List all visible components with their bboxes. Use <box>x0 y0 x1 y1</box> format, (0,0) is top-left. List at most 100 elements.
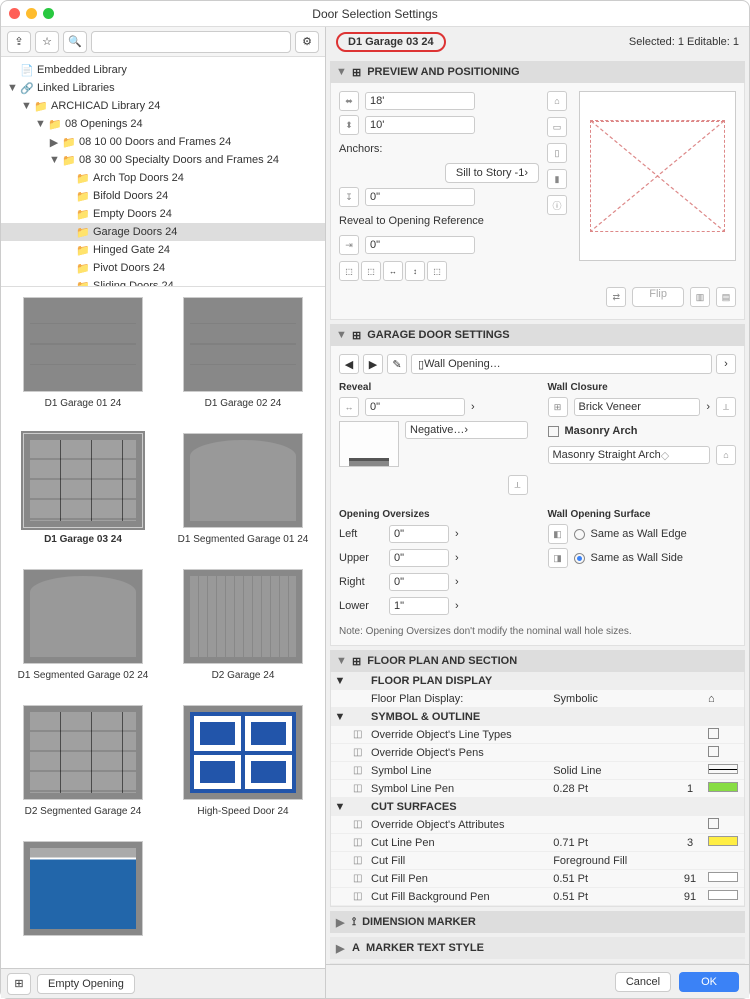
left-input[interactable] <box>389 525 449 543</box>
right-input[interactable] <box>389 573 449 591</box>
tree-node[interactable]: ▼📁08 30 00 Specialty Doors and Frames 24 <box>1 151 325 169</box>
info-icon[interactable]: ⓘ <box>547 195 567 215</box>
negative-dropdown[interactable]: Negative… › <box>405 421 528 439</box>
table-row[interactable]: ◫Override Object's Pens <box>331 744 744 762</box>
cancel-button[interactable]: Cancel <box>615 972 671 992</box>
table-row[interactable]: ◫Symbol Line Pen0.28 Pt1 <box>331 780 744 798</box>
gear-icon[interactable]: ⚙ <box>295 31 319 53</box>
orient-a-icon[interactable]: ▥ <box>690 287 710 307</box>
masonry-type-dropdown[interactable]: Masonry Straight Arch ◇ <box>548 446 711 464</box>
gallery-item[interactable]: D1 Segmented Garage 02 24 <box>7 569 159 697</box>
orient-b-icon[interactable]: ▤ <box>716 287 736 307</box>
preview-viewport[interactable] <box>579 91 736 261</box>
tree-node[interactable]: 📁Sliding Doors 24 <box>1 277 325 287</box>
table-row[interactable]: ◫Cut FillForeground Fill <box>331 852 744 870</box>
tree-node[interactable]: ▼📁ARCHICAD Library 24 <box>1 97 325 115</box>
gallery-item[interactable]: D1 Segmented Garage 01 24 <box>167 433 319 561</box>
tree-node[interactable]: 📄Embedded Library <box>1 61 325 79</box>
right-panel: D1 Garage 03 24 Selected: 1 Editable: 1 … <box>326 27 749 998</box>
section-floorplan-header[interactable]: ▼⊞FLOOR PLAN AND SECTION <box>330 650 745 672</box>
gallery-item[interactable]: D1 Garage 03 24 <box>7 433 159 561</box>
lower-input[interactable] <box>389 597 449 615</box>
closure-ext-icon[interactable]: ⟂ <box>716 397 736 417</box>
width-input[interactable] <box>365 92 475 110</box>
masonry-ext-icon[interactable]: ⌂ <box>716 445 736 465</box>
tree-node[interactable]: 📁Arch Top Doors 24 <box>1 169 325 187</box>
favorite-icon[interactable]: ☆ <box>35 31 59 53</box>
closure-icon: ⊞ <box>548 397 568 417</box>
anchor-5[interactable]: ⬚ <box>427 261 447 281</box>
gallery-item[interactable]: D1 Garage 02 24 <box>167 297 319 425</box>
gallery-item[interactable]: D2 Segmented Garage 24 <box>7 705 159 833</box>
wos-side-radio[interactable] <box>574 553 585 564</box>
anchor-3[interactable]: ↔ <box>383 261 403 281</box>
reveal-icon: ↔ <box>339 397 359 417</box>
flip-button[interactable]: Flip <box>632 287 684 307</box>
view-elev-icon[interactable]: ▯ <box>547 143 567 163</box>
tree-node[interactable]: 📁Hinged Gate 24 <box>1 241 325 259</box>
section-preview-header[interactable]: ▼⊞PREVIEW AND POSITIONING <box>330 61 745 83</box>
anchors-label: Anchors: <box>339 143 382 155</box>
gallery-item[interactable]: High-Speed Door 24 <box>167 705 319 833</box>
search-icon[interactable]: 🔍 <box>63 31 87 53</box>
tree-node[interactable]: ▶📁08 10 00 Doors and Frames 24 <box>1 133 325 151</box>
tree-node[interactable]: 📁Empty Doors 24 <box>1 205 325 223</box>
reveal-preview <box>339 421 399 467</box>
search-input[interactable] <box>91 31 291 53</box>
anchor-1[interactable]: ⬚ <box>339 261 359 281</box>
tree-node[interactable]: ▼📁08 Openings 24 <box>1 115 325 133</box>
tab-next-button[interactable]: ▶ <box>363 354 383 374</box>
table-row[interactable]: ◫Cut Fill Background Pen0.51 Pt91 <box>331 888 744 906</box>
closure-dropdown[interactable]: Brick Veneer <box>574 398 701 416</box>
tree-node[interactable]: 📁Bifold Doors 24 <box>1 187 325 205</box>
anchor-buttons: ⬚ ⬚ ↔ ↕ ⬚ <box>339 261 539 281</box>
empty-opening-button[interactable]: Empty Opening <box>37 974 135 994</box>
tab-wall-opening[interactable]: ▯ Wall Opening… <box>411 354 712 374</box>
chevron-down-icon: ▼ <box>336 655 346 667</box>
gallery-item[interactable]: D1 Garage 01 24 <box>7 297 159 425</box>
library-toolbar: ⇪ ☆ 🔍 ⚙ <box>1 27 325 57</box>
table-row[interactable]: ◫Override Object's Attributes <box>331 816 744 834</box>
tree-node[interactable]: 📁Garage Doors 24 <box>1 223 325 241</box>
view-3d-icon[interactable]: ⌂ <box>547 91 567 111</box>
section-garage-header[interactable]: ▼⊞GARAGE DOOR SETTINGS <box>330 324 745 346</box>
opening-icon[interactable]: ⊞ <box>7 973 31 995</box>
height-input[interactable] <box>365 116 475 134</box>
reveal-value-input[interactable] <box>365 398 465 416</box>
view-side-icon[interactable]: ▮ <box>547 169 567 189</box>
wos-edge-radio[interactable] <box>574 529 585 540</box>
anchor-4[interactable]: ↕ <box>405 261 425 281</box>
reveal-extra-icon[interactable]: ⟂ <box>508 475 528 495</box>
library-tree[interactable]: 📄Embedded Library▼🔗Linked Libraries▼📁ARC… <box>1 57 325 287</box>
gallery-item[interactable] <box>7 841 159 958</box>
section-dimension-marker[interactable]: ▶⟟DIMENSION MARKER <box>330 911 745 933</box>
table-row[interactable]: ◫Cut Fill Pen0.51 Pt91 <box>331 870 744 888</box>
sill-to-story-button[interactable]: Sill to Story -1 › <box>445 163 539 183</box>
table-row[interactable]: ◫Override Object's Line Types <box>331 726 744 744</box>
titlebar: Door Selection Settings <box>1 1 749 27</box>
lower-label: Lower <box>339 600 383 612</box>
table-row[interactable]: ◫Cut Line Pen0.71 Pt3 <box>331 834 744 852</box>
sill-value-input[interactable] <box>365 188 475 206</box>
reveal-input[interactable] <box>365 236 475 254</box>
masonry-checkbox[interactable] <box>548 426 559 437</box>
tree-node[interactable]: ▼🔗Linked Libraries <box>1 79 325 97</box>
view-plan-icon[interactable]: ▭ <box>547 117 567 137</box>
table-row[interactable]: ◫Symbol LineSolid Line <box>331 762 744 780</box>
upper-input[interactable] <box>389 549 449 567</box>
tree-node[interactable]: 📁Pivot Doors 24 <box>1 259 325 277</box>
fpd-row[interactable]: Floor Plan Display:Symbolic⌂ <box>331 690 744 708</box>
reveal-label: Reveal to Opening Reference <box>339 215 484 227</box>
oversize-note: Note: Opening Oversizes don't modify the… <box>339 626 736 637</box>
tab-prev-button[interactable]: ◀ <box>339 354 359 374</box>
section-marker-text-style[interactable]: ▶AMARKER TEXT STYLE <box>330 937 745 959</box>
ok-button[interactable]: OK <box>679 972 739 992</box>
folder-up-icon[interactable]: ⇪ <box>7 31 31 53</box>
tab-expand-icon[interactable]: › <box>716 354 736 374</box>
gallery-item[interactable]: D2 Garage 24 <box>167 569 319 697</box>
anchor-2[interactable]: ⬚ <box>361 261 381 281</box>
thumbnail-gallery[interactable]: D1 Garage 01 24D1 Garage 02 24D1 Garage … <box>1 287 325 968</box>
mirror-icon[interactable]: ⇄ <box>606 287 626 307</box>
tab-edit-icon[interactable]: ✎ <box>387 354 407 374</box>
masonry-label: Masonry Arch <box>565 425 638 437</box>
